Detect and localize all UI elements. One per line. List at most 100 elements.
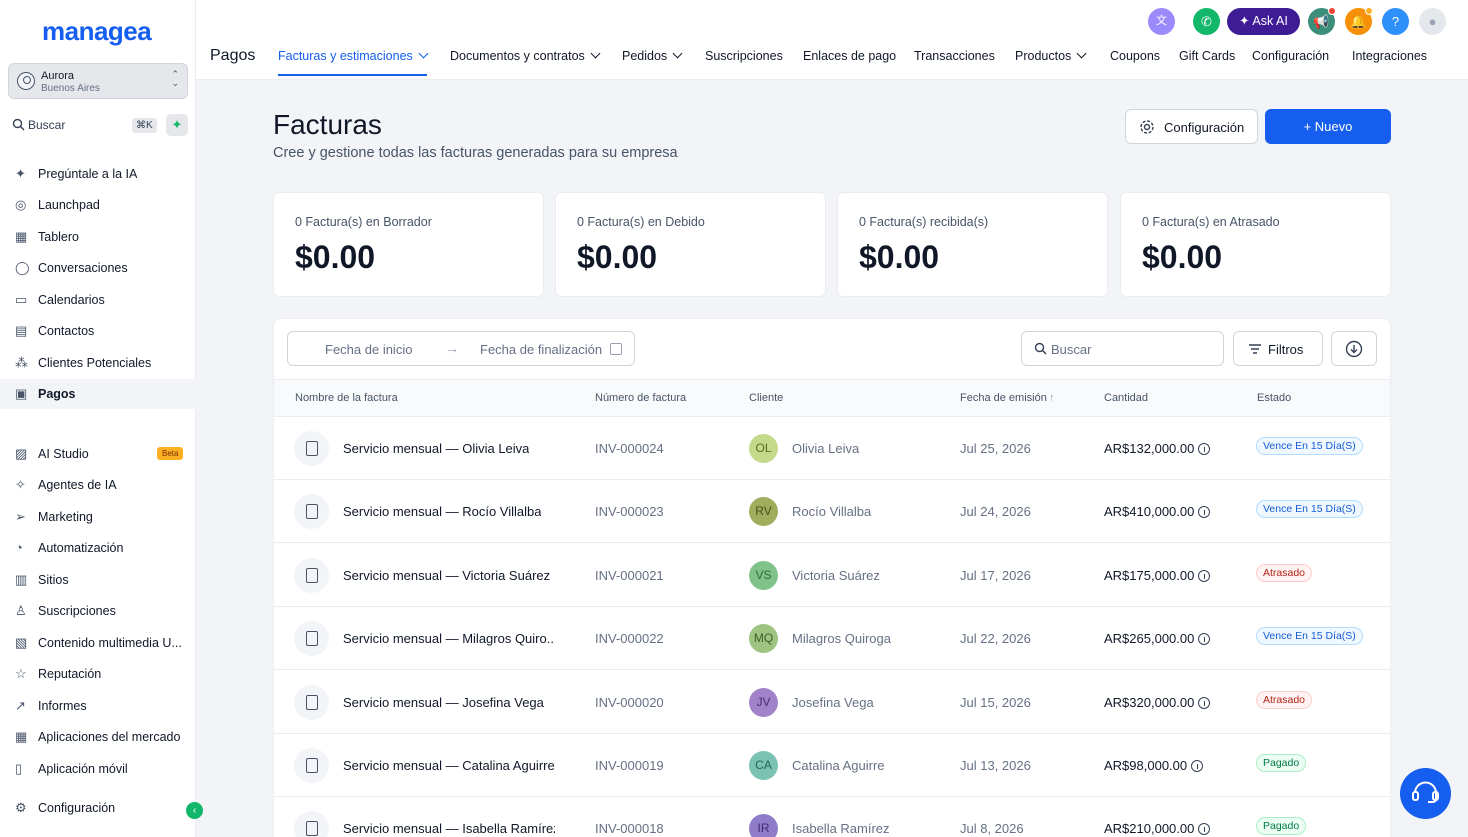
tab-facturas-y-estimaciones[interactable]: Facturas y estimaciones — [278, 48, 429, 76]
invoice-name[interactable]: Servicio mensual — Milagros Quiro... — [343, 631, 555, 646]
info-icon[interactable] — [1198, 569, 1211, 582]
sidebar-item-marketing[interactable]: ➢ Marketing — [0, 502, 196, 532]
issue-date: Jul 22, 2026 — [960, 631, 1031, 647]
table-row[interactable]: Servicio mensual — Olivia Leiva INV-00002… — [274, 417, 1390, 480]
invoice-name[interactable]: Servicio mensual — Isabella Ramírez — [343, 821, 555, 836]
sidebar-item-label: Marketing — [38, 510, 93, 524]
sidebar-item-conversaciones[interactable]: ◯ Conversaciones — [0, 253, 196, 283]
ai-studio-icon: ▨ — [15, 446, 28, 461]
issue-date: Jul 8, 2026 — [960, 821, 1024, 837]
amount-value: AR$98,000.00 — [1104, 758, 1188, 773]
invoices-table-card: Fecha de inicio → Fecha de finalización … — [273, 318, 1391, 837]
client-avatar: IR — [749, 814, 778, 837]
table-row[interactable]: Servicio mensual — Josefina Vega INV-0000… — [274, 671, 1390, 734]
section-title: Pagos — [210, 47, 256, 64]
invoice-number: INV-000022 — [595, 631, 664, 647]
brand-logo[interactable]: managea — [42, 16, 152, 47]
invoice-name[interactable]: Servicio mensual — Josefina Vega — [343, 695, 544, 710]
lightning-icon: ✦ — [171, 117, 183, 132]
amount: AR$320,000.00 — [1104, 695, 1211, 710]
download-button[interactable] — [1331, 331, 1377, 366]
ask-ai-button[interactable]: ✦ Ask AI — [1227, 8, 1300, 35]
phone-icon[interactable]: ✆ — [1193, 8, 1220, 35]
invoice-name[interactable]: Servicio mensual — Rocío Villalba — [343, 504, 541, 519]
user-avatar[interactable]: ● — [1419, 8, 1446, 35]
info-icon[interactable] — [1198, 633, 1211, 646]
sidebar-item-pregúntale-a-la-ia[interactable]: ✦ Pregúntale a la IA — [0, 159, 196, 189]
tab-coupons[interactable]: Coupons — [1110, 49, 1160, 76]
client-name: Josefina Vega — [792, 694, 874, 710]
sort-asc-icon[interactable]: ↑ — [1049, 392, 1055, 404]
end-date-field[interactable]: Fecha de finalización — [480, 342, 602, 357]
megaphone-icon[interactable]: 📢 — [1308, 7, 1336, 35]
tab-gift-cards[interactable]: Gift Cards — [1179, 49, 1235, 76]
tab-transacciones[interactable]: Transacciones — [914, 49, 995, 76]
tab-pedidos[interactable]: Pedidos — [622, 48, 683, 76]
sidebar-item-pagos[interactable]: ▣ Pagos — [0, 379, 196, 409]
info-icon[interactable] — [1198, 506, 1211, 519]
bell-icon[interactable]: 🔔 — [1345, 7, 1373, 35]
sidebar-item-tablero[interactable]: ▦ Tablero — [0, 222, 196, 252]
tab-integraciones[interactable]: Integraciones — [1352, 49, 1427, 76]
sidebar-item-contactos[interactable]: ▤ Contactos — [0, 316, 196, 346]
column-header[interactable]: Fecha de emisión — [960, 392, 1047, 404]
tab-enlaces-de-pago[interactable]: Enlaces de pago — [803, 49, 896, 76]
invoice-name[interactable]: Servicio mensual — Olivia Leiva — [343, 441, 529, 456]
quick-action-button[interactable]: ✦ — [166, 114, 188, 136]
table-search-input[interactable]: Buscar — [1021, 331, 1224, 366]
help-icon[interactable]: ? — [1382, 8, 1409, 35]
collapse-sidebar-button[interactable]: ‹ — [186, 802, 203, 819]
sidebar-item-label: Conversaciones — [38, 261, 128, 275]
column-header: Número de factura — [595, 392, 687, 404]
chat-widget-button[interactable] — [1400, 768, 1451, 819]
trend-icon: ↗ — [15, 698, 26, 713]
sidebar-item-aplicaciones-del-mercado[interactable]: ▦ Aplicaciones del mercado — [0, 722, 196, 752]
sidebar-item-configuración[interactable]: ⚙ Configuración — [0, 793, 196, 823]
sidebar-item-agentes-de-ia[interactable]: ✧ Agentes de IA — [0, 470, 196, 500]
table-row[interactable]: Servicio mensual — Victoria Suárez INV-00… — [274, 544, 1390, 607]
tab-label: Enlaces de pago — [803, 49, 897, 63]
search-shortcut: ⌘K — [132, 118, 157, 133]
sidebar-item-label: Contenido multimedia U... — [38, 636, 182, 650]
invoice-name[interactable]: Servicio mensual — Catalina Aguirre — [343, 758, 555, 773]
client-name: Catalina Aguirre — [792, 758, 885, 773]
tab-documentos-y-contratos[interactable]: Documentos y contratos — [450, 48, 601, 76]
info-icon[interactable] — [1198, 696, 1211, 709]
sidebar-item-clientes-potenciales[interactable]: ⁂ Clientes Potenciales — [0, 348, 196, 378]
table-row[interactable]: Servicio mensual — Isabella Ramírez INV-0… — [274, 797, 1390, 837]
info-icon[interactable] — [1198, 443, 1211, 455]
info-icon[interactable] — [1198, 823, 1211, 836]
sidebar-item-ai-studio[interactable]: ▨ AI Studio Beta — [0, 439, 196, 469]
sidebar-item-calendarios[interactable]: ▭ Calendarios — [0, 285, 196, 315]
tab-suscripciones[interactable]: Suscripciones — [705, 49, 783, 76]
tab-label: Pedidos — [622, 49, 668, 63]
sidebar-item-aplicación-móvil[interactable]: ▯ Aplicación móvil — [0, 754, 196, 784]
tab-configuraci-n[interactable]: Configuración — [1252, 49, 1329, 76]
start-date-field[interactable]: Fecha de inicio — [325, 342, 412, 357]
invoice-name[interactable]: Servicio mensual — Victoria Suárez — [343, 568, 550, 583]
new-invoice-button[interactable]: + Nuevo — [1265, 109, 1391, 144]
tab-productos[interactable]: Productos — [1015, 48, 1087, 76]
date-range-picker[interactable]: Fecha de inicio → Fecha de finalización — [287, 331, 635, 366]
sidebar-item-automatización[interactable]: ◔ Automatización — [0, 533, 196, 563]
settings-button[interactable]: Configuración — [1125, 109, 1258, 144]
sidebar-item-reputación[interactable]: ☆ Reputación — [0, 659, 196, 689]
settings-button-label: Configuración — [1164, 120, 1245, 135]
table-row[interactable]: Servicio mensual — Milagros Quiro... INV-… — [274, 607, 1390, 671]
location-switcher[interactable]: Aurora Buenos Aires ⌃ ⌄ — [8, 63, 188, 99]
sidebar-item-launchpad[interactable]: ◎ Launchpad — [0, 190, 196, 220]
translate-icon[interactable]: 文 — [1148, 8, 1175, 35]
info-icon[interactable] — [1191, 760, 1204, 772]
table-row[interactable]: Servicio mensual — Rocío Villalba INV-000… — [274, 480, 1390, 544]
stat-label: 0 Factura(s) en Atrasado — [1142, 215, 1280, 229]
filters-button[interactable]: Filtros — [1233, 331, 1323, 366]
sidebar-item-contenido-multimedia-u[interactable]: ▧ Contenido multimedia U... — [0, 628, 196, 658]
amount-value: AR$175,000.00 — [1104, 567, 1195, 583]
sparkles-icon: ✦ — [15, 166, 26, 181]
sidebar-item-suscripciones[interactable]: ♙ Suscripciones — [0, 596, 196, 626]
status-badge: Pagado — [1256, 817, 1307, 836]
status-badge: Atrasado — [1256, 690, 1313, 709]
table-row[interactable]: Servicio mensual — Catalina Aguirre INV-0… — [274, 734, 1390, 797]
sidebar-item-sitios[interactable]: ▥ Sitios — [0, 565, 196, 595]
sidebar-item-informes[interactable]: ↗ Informes — [0, 691, 196, 721]
